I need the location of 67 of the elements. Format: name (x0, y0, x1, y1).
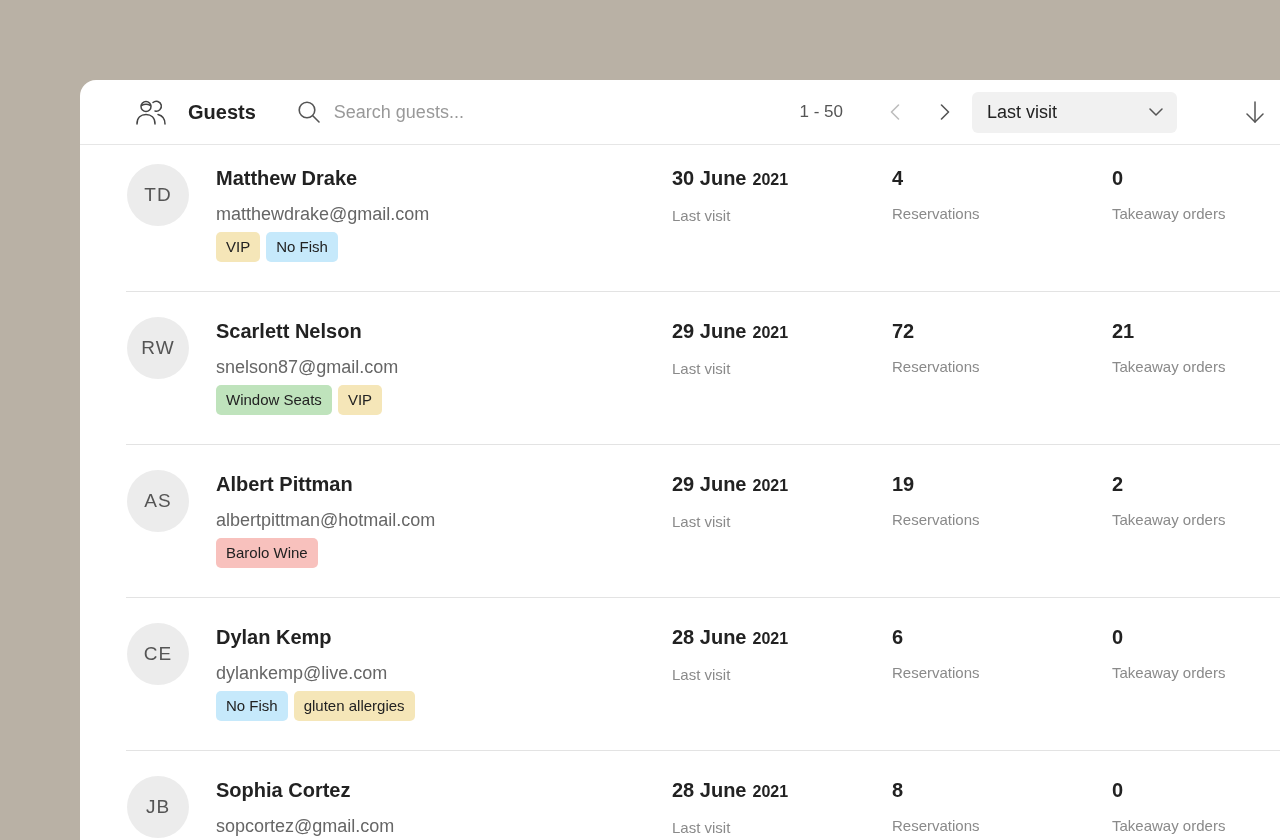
reservation-count: 6 (892, 625, 904, 650)
chevron-left-icon (890, 104, 900, 120)
stat-label: Last visit (672, 512, 732, 532)
avatar: CE (127, 623, 189, 685)
page-range: 1 - 50 (799, 101, 843, 123)
stat-label: Takeaway orders (1112, 510, 1227, 530)
stat-label: Takeaway orders (1112, 816, 1227, 836)
guest-email: sopcortez@gmail.com (216, 815, 396, 838)
sort-dropdown[interactable]: Last visit (972, 91, 1177, 133)
preference-tag: Barolo Wine (216, 538, 318, 568)
visit-year: 2021 (752, 323, 789, 343)
visit-date: 28 June (672, 778, 747, 803)
stat-label: Reservations (892, 816, 981, 836)
reservation-count: 4 (892, 166, 904, 191)
search-field[interactable]: Search guests... (333, 98, 634, 126)
avatar: JB (127, 776, 189, 838)
visit-year: 2021 (752, 170, 789, 190)
takeaway-count: 0 (1112, 625, 1124, 650)
takeaway-count: 2 (1112, 472, 1124, 497)
guest-name: Scarlett Nelson (216, 319, 363, 344)
search-icon (297, 101, 320, 123)
avatar: TD (127, 164, 189, 226)
chevron-down-icon (1149, 108, 1163, 116)
arrow-down-icon (1245, 101, 1265, 123)
stat-label: Reservations (892, 357, 981, 377)
guest-name: Dylan Kemp (216, 625, 333, 650)
guest-name: Matthew Drake (216, 166, 359, 191)
visit-year: 2021 (752, 629, 789, 649)
preference-tag: No Fish (216, 691, 288, 721)
preference-tag: VIP (216, 232, 261, 262)
takeaway-count: 21 (1112, 319, 1135, 344)
preference-tag: VIP (337, 385, 383, 415)
stat-label: Last visit (672, 359, 732, 379)
people-icon (136, 99, 166, 125)
guest-name: Albert Pittman (216, 472, 354, 497)
page-title: Guests (188, 100, 256, 125)
avatar: AS (127, 470, 189, 532)
takeaway-count: 0 (1112, 778, 1124, 803)
visit-date: 29 June (672, 472, 747, 497)
visit-date: 30 June (672, 166, 747, 191)
takeaway-count: 0 (1112, 166, 1124, 191)
stat-label: Reservations (892, 663, 981, 683)
reservation-count: 19 (892, 472, 915, 497)
stat-label: Reservations (892, 204, 981, 224)
stat-label: Last visit (672, 818, 732, 838)
visit-date: 28 June (672, 625, 747, 650)
stat-label: Takeaway orders (1112, 357, 1227, 377)
visit-year: 2021 (752, 782, 789, 802)
reservation-count: 72 (892, 319, 915, 344)
preference-tag: gluten allergies (293, 691, 415, 721)
guest-email: albertpittman@hotmail.com (216, 509, 437, 532)
stat-label: Takeaway orders (1112, 204, 1227, 224)
guest-name: Sophia Cortez (216, 778, 352, 803)
preference-tag: No Fish (266, 232, 338, 262)
stat-label: Reservations (892, 510, 981, 530)
visit-year: 2021 (752, 476, 789, 496)
reservation-count: 8 (892, 778, 904, 803)
guest-email: snelson87@gmail.com (216, 356, 400, 379)
avatar: RW (127, 317, 189, 379)
chevron-right-icon (940, 104, 950, 120)
stat-label: Takeaway orders (1112, 663, 1227, 683)
stat-label: Last visit (672, 206, 732, 226)
guest-email: dylankemp@live.com (216, 662, 389, 685)
preference-tag: Window Seats (216, 385, 332, 415)
stat-label: Last visit (672, 665, 732, 685)
visit-date: 29 June (672, 319, 747, 344)
guest-email: matthewdrake@gmail.com (216, 203, 431, 226)
